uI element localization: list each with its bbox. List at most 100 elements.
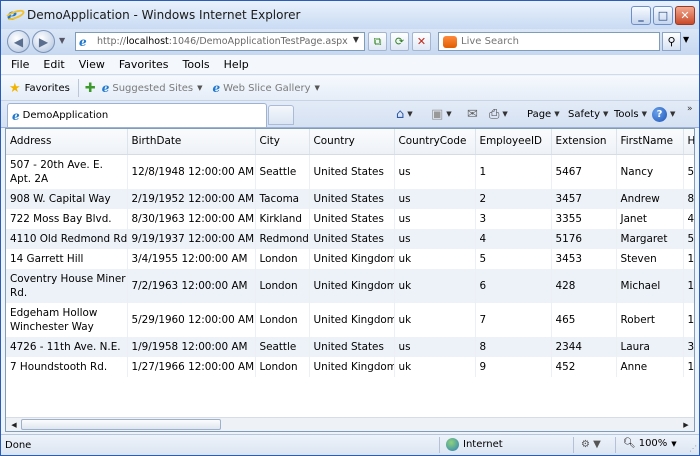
recent-pages-dropdown[interactable]: ▼ [59,36,65,45]
column-header[interactable]: Hir [683,129,694,155]
url-text[interactable]: http://localhost:1046/DemoApplicationTes… [97,36,348,47]
maximize-button[interactable]: □ [653,6,673,25]
menu-file[interactable]: File [4,58,36,71]
chevron-down-icon: ▼ [603,110,609,118]
cell-employeeid: 8 [475,336,552,357]
minimize-button[interactable]: _ [631,6,651,25]
cell-address: 4110 Old Redmond Rd. [6,228,128,249]
cell-city: London [255,268,310,303]
cell-employeeid: 4 [475,228,552,249]
column-header[interactable]: FirstName [616,129,684,155]
more-commands-icon[interactable]: » [687,104,693,114]
table-row[interactable]: 14 Garrett Hill 3/4/1955 12:00:00 AM Lon… [6,248,694,269]
safety-menu-button[interactable]: Safety ▼ [568,105,608,123]
menu-edit[interactable]: Edit [36,58,71,71]
stop-icon: ✕ [416,35,427,48]
table-row[interactable]: 722 Moss Bay Blvd. 8/30/1963 12:00:00 AM… [6,208,694,229]
cell-countrycode: uk [394,356,476,377]
table-row[interactable]: 4726 - 11th Ave. N.E. 1/9/1958 12:00:00 … [6,336,694,357]
cell-birthdate: 2/19/1952 12:00:00 AM [127,188,256,209]
search-box[interactable] [438,32,660,51]
horizontal-scrollbar[interactable]: ◀ ▶ [6,417,694,431]
stop-button[interactable]: ✕ [412,32,431,51]
help-button[interactable]: ? ▼ [652,105,675,123]
column-header[interactable]: CountryCode [394,129,476,155]
refresh-button[interactable]: ⟳ [390,32,409,51]
search-input[interactable] [461,36,651,47]
cell-hiredate: 11 [683,356,694,377]
resize-grip-icon[interactable]: ⋰ [689,444,697,453]
read-mail-button[interactable]: ✉ [467,105,478,123]
tools-menu-button[interactable]: Tools ▼ [614,105,647,123]
cell-countrycode: us [394,188,476,209]
print-button[interactable]: ⎙ ▼ [489,105,508,123]
cell-employeeid: 6 [475,268,552,303]
new-tab-button[interactable] [268,105,294,125]
compatibility-view-button[interactable]: ⧉ [368,32,387,51]
column-header[interactable]: City [255,129,310,155]
home-button[interactable]: ⌂ ▼ [396,105,413,123]
cell-countrycode: uk [394,248,476,269]
cell-hiredate: 4/1 [683,208,694,229]
page-menu-button[interactable]: Page ▼ [527,105,560,123]
mail-icon: ✉ [467,106,478,122]
chevron-down-icon: ▼ [197,84,203,92]
column-header[interactable]: Extension [551,129,617,155]
protected-mode-icon[interactable]: ⚙ ▼ [581,439,601,450]
column-header[interactable]: BirthDate [127,129,256,155]
feeds-button[interactable]: ▣ ▼ [431,105,452,123]
web-slice-gallery-link[interactable]: e Web Slice Gallery ▼ [213,81,320,95]
cell-city: Tacoma [255,188,310,209]
table-row[interactable]: 507 - 20th Ave. E. Apt. 2A 12/8/1948 12:… [6,154,694,189]
address-toolbar: ◀ ▶ ▼ e http://localhost:1046/DemoApplic… [1,29,699,55]
table-row[interactable]: 908 W. Capital Way 2/19/1952 12:00:00 AM… [6,188,694,209]
add-to-favorites-bar-icon[interactable]: ✚ [85,81,96,96]
back-button[interactable]: ◀ [7,30,30,53]
cell-hiredate: 3/5 [683,336,694,357]
address-dropdown-icon[interactable]: ▼ [350,35,362,48]
table-row[interactable]: 4110 Old Redmond Rd. 9/19/1937 12:00:00 … [6,228,694,249]
cell-address: Coventry House Miner Rd. [6,268,128,303]
menu-favorites[interactable]: Favorites [112,58,176,71]
cell-address: Edgeham Hollow Winchester Way [6,302,128,337]
close-button[interactable]: ✕ [675,6,695,25]
cell-address: 7 Houndstooth Rd. [6,356,128,377]
cell-countrycode: us [394,336,476,357]
menu-tools[interactable]: Tools [176,58,217,71]
column-header[interactable]: EmployeeID [475,129,552,155]
scroll-left-icon[interactable]: ◀ [7,419,21,431]
cell-city: London [255,356,310,377]
menu-help[interactable]: Help [217,58,256,71]
favorites-button[interactable]: Favorites [25,83,70,94]
cell-birthdate: 12/8/1948 12:00:00 AM [127,154,256,189]
status-divider [439,437,440,453]
favorites-bar: ★ Favorites ✚ e Suggested Sites ▼ e Web Sli… [1,76,699,101]
column-header[interactable]: Country [309,129,395,155]
scrollbar-thumb[interactable] [21,419,221,430]
cell-firstname: Janet [616,208,684,229]
printer-icon: ⎙ [489,106,500,122]
cell-firstname: Laura [616,336,684,357]
cell-countrycode: us [394,208,476,229]
forward-button[interactable]: ▶ [32,30,55,53]
table-row[interactable]: Edgeham Hollow Winchester Way 5/29/1960 … [6,302,694,337]
column-header[interactable]: Address [6,129,128,155]
address-bar[interactable]: e http://localhost:1046/DemoApplicationT… [75,32,365,51]
cell-address: 908 W. Capital Way [6,188,128,209]
table-row[interactable]: Coventry House Miner Rd. 7/2/1963 12:00:… [6,268,694,303]
cell-birthdate: 5/29/1960 12:00:00 AM [127,302,256,337]
chevron-down-icon: ▼ [314,84,320,92]
security-zone[interactable]: Internet [446,438,503,451]
table-row[interactable]: 7 Houndstooth Rd. 1/27/1966 12:00:00 AM … [6,356,694,377]
zoom-control[interactable]: 🔍︎ 100% ▼ [623,438,677,449]
cell-firstname: Andrew [616,188,684,209]
scroll-right-icon[interactable]: ▶ [679,419,693,431]
suggested-sites-link[interactable]: e Suggested Sites ▼ [102,81,203,95]
cell-employeeid: 1 [475,154,552,189]
search-options-dropdown[interactable]: ▼ [683,35,689,44]
tab-demoapplication[interactable]: e DemoApplication [7,103,267,127]
cell-countrycode: uk [394,302,476,337]
menu-view[interactable]: View [72,58,112,71]
search-button[interactable]: ⚲ [662,32,681,51]
cell-employeeid: 3 [475,208,552,229]
